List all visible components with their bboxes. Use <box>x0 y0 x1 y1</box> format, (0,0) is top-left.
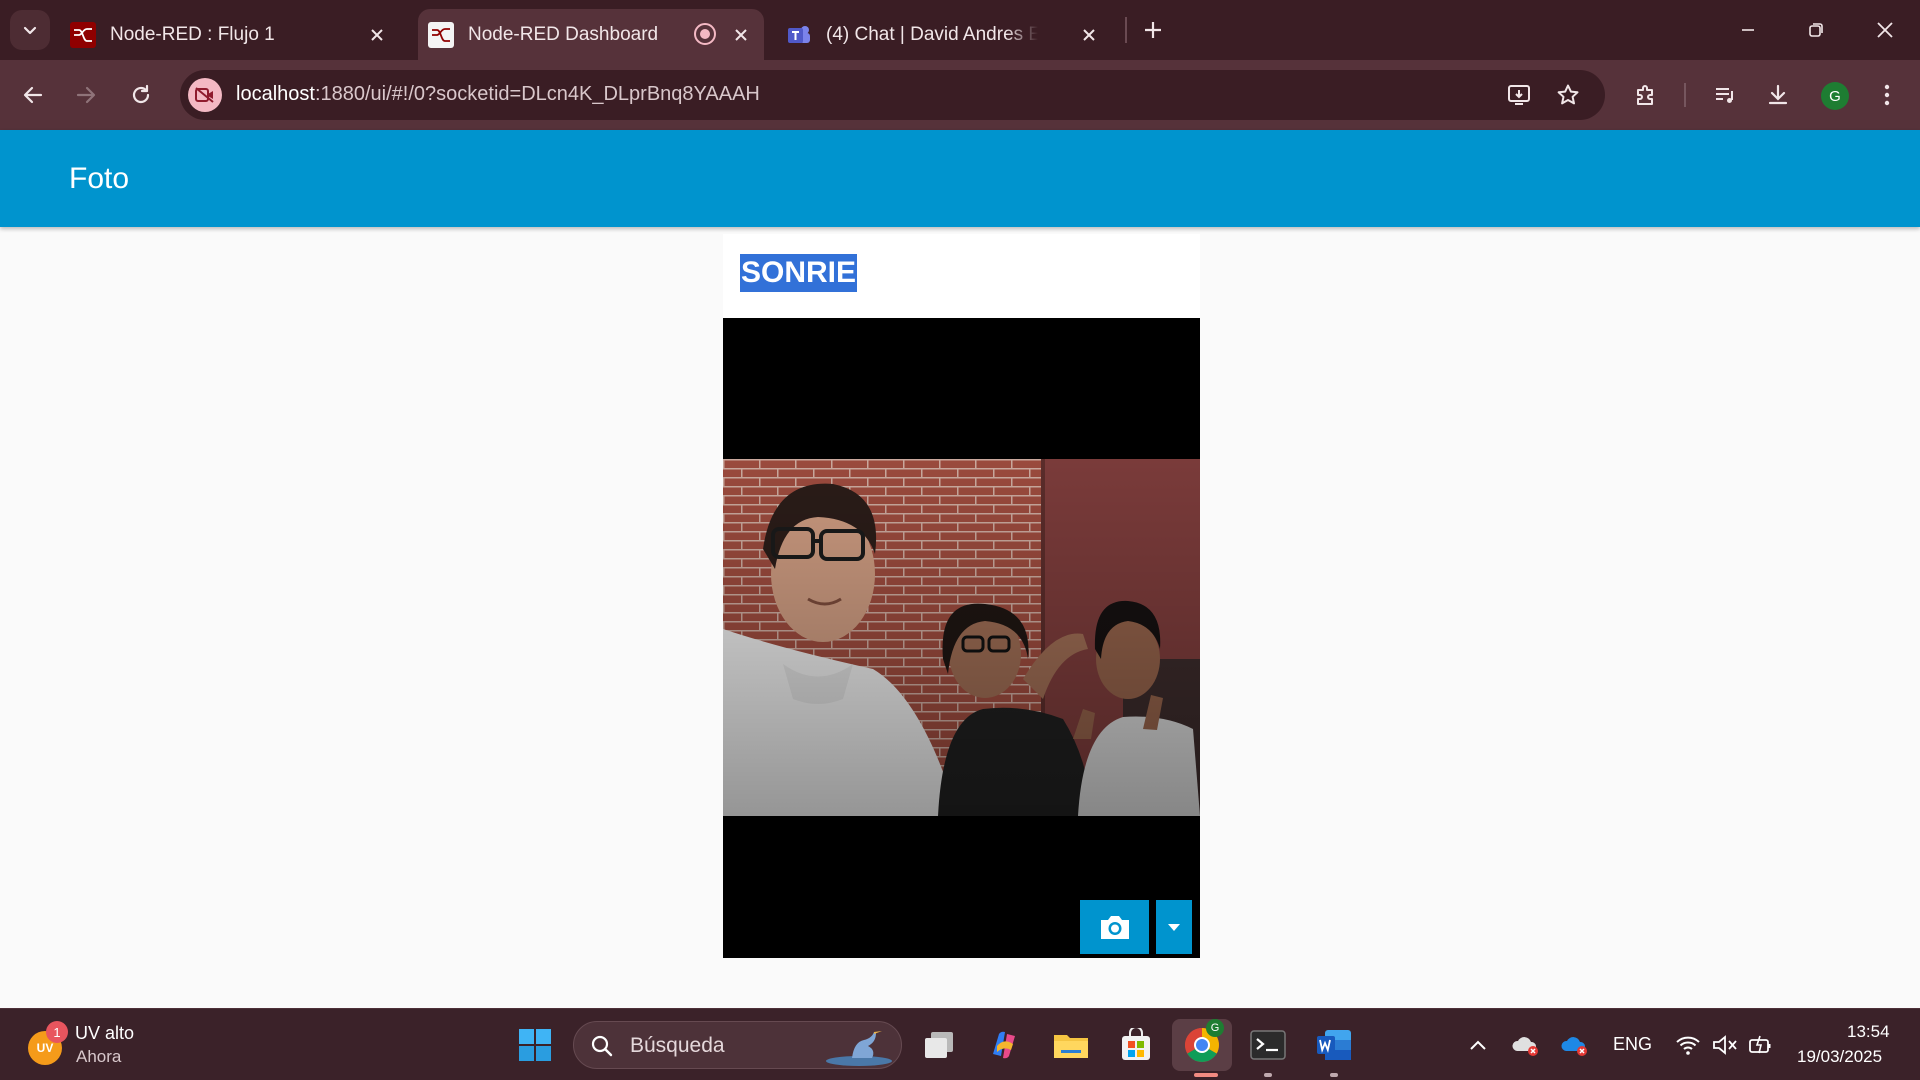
teams-icon <box>788 25 810 43</box>
battery-icon[interactable] <box>1740 1025 1780 1065</box>
browser-toolbar: localhost:1880/ui/#!/0?socketid=DLcn4K_D… <box>0 60 1920 130</box>
downloads-button[interactable] <box>1758 75 1798 115</box>
tab-node-red-flow[interactable]: Node-RED : Flujo 1 <box>70 9 400 60</box>
terminal-button[interactable] <box>1248 1025 1288 1065</box>
file-explorer-button[interactable] <box>1051 1025 1091 1065</box>
onedrive-error-icon[interactable] <box>1506 1025 1546 1065</box>
heron-illustration-icon <box>826 1031 892 1066</box>
restore-icon <box>1809 23 1823 37</box>
webcam-widget <box>723 318 1200 958</box>
recording-indicator-icon <box>694 23 716 45</box>
reload-icon <box>132 84 150 104</box>
page-title: Foto <box>69 162 130 195</box>
start-button[interactable] <box>515 1025 555 1065</box>
task-view-button[interactable] <box>919 1025 959 1065</box>
close-tab-icon[interactable] <box>730 24 752 46</box>
copilot-button[interactable] <box>984 1025 1024 1065</box>
minimize-icon <box>1742 29 1754 31</box>
taskbar-search[interactable]: Búsqueda <box>573 1021 902 1069</box>
node-red-icon <box>428 21 454 48</box>
node-red-icon <box>70 21 96 48</box>
minimize-button[interactable] <box>1728 12 1768 48</box>
caret-down-icon <box>1168 924 1180 931</box>
close-icon <box>1877 22 1893 38</box>
install-app-icon[interactable] <box>1505 80 1535 110</box>
media-controls-button[interactable] <box>1705 75 1745 115</box>
running-indicator <box>1194 1073 1218 1077</box>
close-window-button[interactable] <box>1865 12 1905 48</box>
terminal-icon <box>1250 1030 1286 1060</box>
plus-icon <box>1145 22 1161 38</box>
webcam-photo <box>723 459 1200 816</box>
camera-icon <box>1100 916 1129 939</box>
menu-button[interactable] <box>1867 75 1907 115</box>
camera-options-dropdown[interactable] <box>1156 900 1192 954</box>
playlist-icon <box>1716 88 1733 103</box>
tab-title: Node-RED Dashboard <box>468 23 659 45</box>
arrow-right-icon <box>76 86 96 104</box>
arrow-left-icon <box>23 86 43 104</box>
running-indicator <box>1330 1073 1338 1077</box>
tab-separator <box>1125 17 1127 43</box>
browser-tab-strip: Node-RED : Flujo 1 Node-RED Dashboard (4… <box>0 0 1920 60</box>
windows-taskbar: UV 1 UV alto Ahora Búsqueda G ENG 13:54 … <box>0 1008 1920 1080</box>
running-indicator <box>1264 1073 1272 1077</box>
chrome-button[interactable]: G <box>1182 1019 1224 1065</box>
profile-avatar[interactable]: G <box>1821 82 1849 110</box>
weather-title: UV alto <box>75 1023 135 1043</box>
notification-badge: 1 <box>46 1021 68 1043</box>
text-widget: SONRIE <box>740 254 858 292</box>
input-language-indicator[interactable]: ENG <box>1613 1034 1652 1055</box>
tab-node-red-dashboard[interactable]: Node-RED Dashboard <box>418 9 764 60</box>
clock-time: 13:54 <box>1847 1022 1890 1041</box>
tab-title: (4) Chat | David Andres Escalera <box>826 23 1038 45</box>
show-hidden-icons-button[interactable] <box>1458 1025 1498 1065</box>
restore-button[interactable] <box>1796 12 1836 48</box>
dashboard-header: Foto <box>0 130 1920 227</box>
capture-photo-button[interactable] <box>1080 900 1149 954</box>
search-placeholder: Búsqueda <box>630 1034 725 1057</box>
folder-icon <box>1054 1035 1088 1058</box>
new-tab-button[interactable] <box>1138 15 1168 45</box>
bookmark-star-icon[interactable] <box>1553 80 1583 110</box>
clock-date: 19/03/2025 <box>1797 1047 1883 1066</box>
chrome-profile-badge: G <box>1206 1019 1224 1037</box>
onedrive-business-error-icon[interactable] <box>1555 1025 1595 1065</box>
volume-muted-icon[interactable] <box>1705 1025 1745 1065</box>
chevron-up-icon <box>1470 1040 1486 1050</box>
store-icon <box>1122 1028 1150 1060</box>
word-icon <box>1317 1030 1351 1060</box>
toolbar-separator <box>1684 83 1686 107</box>
url-text[interactable]: localhost:1880/ui/#!/0?socketid=DLcn4K_D… <box>236 83 760 106</box>
word-button[interactable] <box>1314 1025 1354 1065</box>
download-icon <box>1768 84 1788 105</box>
extensions-button[interactable] <box>1626 75 1666 115</box>
close-tab-icon[interactable] <box>366 24 388 46</box>
chevron-down-icon <box>23 26 37 35</box>
address-bar[interactable]: localhost:1880/ui/#!/0?socketid=DLcn4K_D… <box>180 70 1605 120</box>
copilot-icon <box>993 1031 1015 1059</box>
tab-title: Node-RED : Flujo 1 <box>110 23 275 45</box>
microsoft-store-button[interactable] <box>1116 1025 1156 1065</box>
task-view-icon <box>925 1032 953 1058</box>
puzzle-icon <box>1637 85 1653 105</box>
tab-search-button[interactable] <box>10 10 50 50</box>
forward-button[interactable] <box>66 75 106 115</box>
back-button[interactable] <box>13 75 53 115</box>
windows-logo-icon <box>519 1029 551 1061</box>
wifi-icon[interactable] <box>1668 1025 1708 1065</box>
camera-in-use-icon[interactable] <box>188 78 222 112</box>
dashboard-group-card: SONRIE <box>723 234 1200 958</box>
tab-teams-chat[interactable]: (4) Chat | David Andres Escalera <box>786 9 1112 60</box>
search-icon <box>591 1035 613 1057</box>
reload-button[interactable] <box>121 75 161 115</box>
close-tab-icon[interactable] <box>1078 24 1100 46</box>
more-vertical-icon <box>1884 84 1890 106</box>
weather-subtitle: Ahora <box>76 1047 122 1066</box>
